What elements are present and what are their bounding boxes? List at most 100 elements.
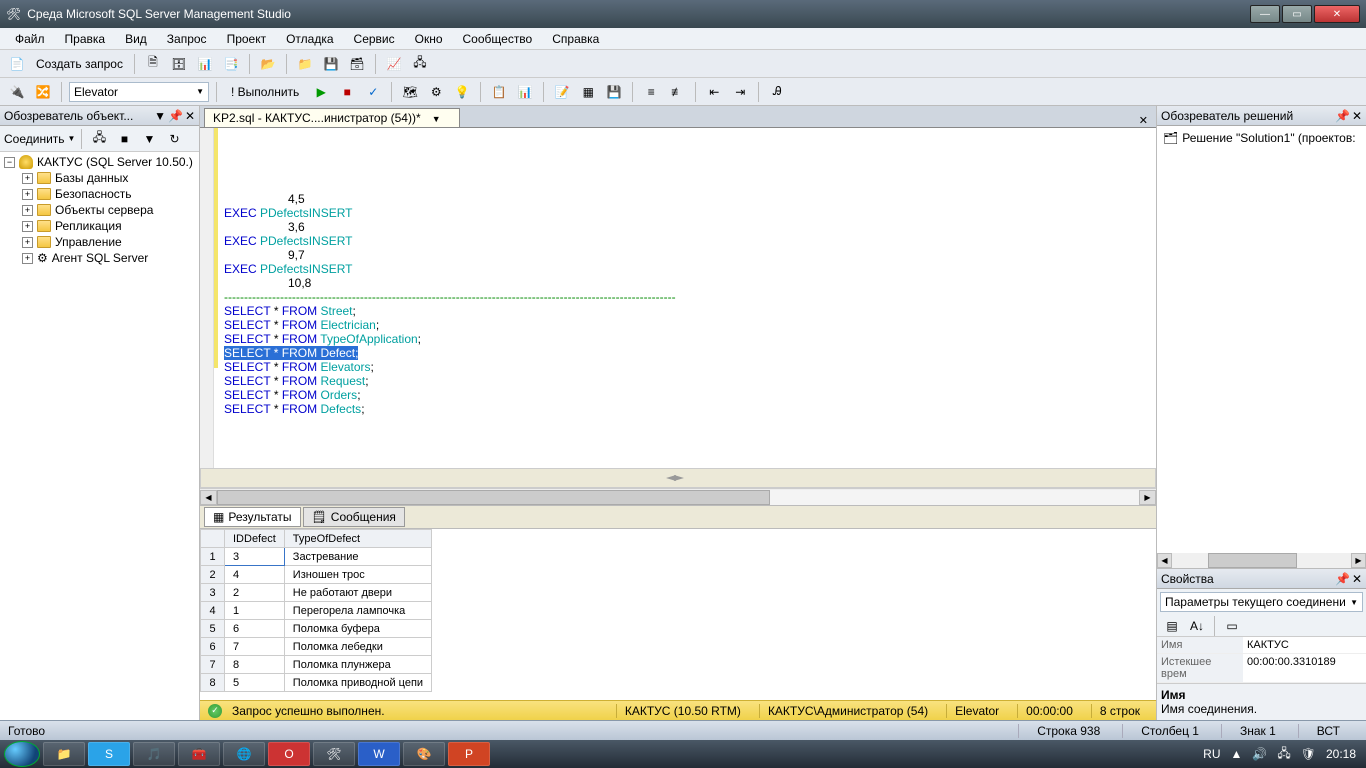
table-row[interactable]: 56Поломка буфера <box>201 620 432 638</box>
property-pages-icon[interactable]: ▭ <box>1221 615 1243 637</box>
connect-icon[interactable]: 🔌 <box>6 81 28 103</box>
grid-cell[interactable]: 2 <box>201 566 225 584</box>
grid-cell[interactable]: Изношен трос <box>284 566 431 584</box>
document-tab-active[interactable]: KP2.sql - КАКТУС....инистратор (54))* ▼ <box>204 108 460 127</box>
collapse-toggle[interactable]: − <box>4 157 15 168</box>
clock[interactable]: 20:18 <box>1326 747 1356 761</box>
start-button[interactable] <box>4 741 40 767</box>
grid-cell[interactable]: Поломка плунжера <box>284 656 431 674</box>
menu-справка[interactable]: Справка <box>543 30 608 48</box>
expand-toggle[interactable]: + <box>22 237 33 248</box>
scroll-right-icon[interactable]: ▶ <box>1351 553 1366 568</box>
panel-close-icon[interactable]: ✕ <box>1352 109 1362 123</box>
task-word[interactable]: W <box>358 742 400 766</box>
scroll-left-icon[interactable]: ◀ <box>1157 553 1172 568</box>
comment-icon[interactable]: ≡ <box>640 81 662 103</box>
disconnect-icon[interactable]: 🖧 <box>88 128 110 150</box>
grid-cell[interactable]: 6 <box>225 620 285 638</box>
expand-toggle[interactable]: + <box>22 189 33 200</box>
grid-cell[interactable]: 1 <box>225 602 285 620</box>
task-skype[interactable]: S <box>88 742 130 766</box>
server-node[interactable]: − КАКТУС (SQL Server 10.50.) <box>2 154 197 170</box>
panel-close-icon[interactable]: ✕ <box>185 109 195 123</box>
grid-cell[interactable]: 3 <box>201 584 225 602</box>
include-plan-icon[interactable]: 📋 <box>488 81 510 103</box>
property-row[interactable]: ИмяКАКТУС <box>1157 637 1366 654</box>
grid-cell[interactable]: 2 <box>225 584 285 602</box>
grid-header[interactable]: TypeOfDefect <box>284 530 431 548</box>
volume-icon[interactable]: 🔊 <box>1252 747 1267 761</box>
increase-indent-icon[interactable]: ⇥ <box>729 81 751 103</box>
filter-icon[interactable]: ▼ <box>138 128 160 150</box>
tree-node[interactable]: +Репликация <box>20 218 197 234</box>
new-query-icon[interactable]: 📄 <box>6 53 28 75</box>
query-options-icon[interactable]: ⚙ <box>425 81 447 103</box>
pin-icon[interactable]: 📌 <box>168 109 183 123</box>
execute-button[interactable]: ! Выполнить <box>224 82 306 102</box>
network-icon[interactable]: 🖧 <box>1277 744 1290 765</box>
scroll-left-icon[interactable]: ◀ <box>200 490 217 505</box>
stop-icon[interactable]: ■ <box>336 81 358 103</box>
refresh-icon[interactable]: ↻ <box>163 128 185 150</box>
open-icon[interactable]: 📁 <box>294 53 316 75</box>
grid-cell[interactable]: Не работают двери <box>284 584 431 602</box>
task-paint[interactable]: 🎨 <box>403 742 445 766</box>
table-row[interactable]: 78Поломка плунжера <box>201 656 432 674</box>
open-folder-icon[interactable]: 📂 <box>257 53 279 75</box>
tray-up-icon[interactable]: ▲ <box>1231 747 1243 761</box>
panel-close-icon[interactable]: ✕ <box>1352 572 1362 586</box>
task-player[interactable]: 🎵 <box>133 742 175 766</box>
menu-сообщество[interactable]: Сообщество <box>454 30 542 48</box>
menu-файл[interactable]: Файл <box>6 30 54 48</box>
horizontal-splitter[interactable] <box>200 468 1156 488</box>
language-indicator[interactable]: RU <box>1203 747 1220 761</box>
menu-отладка[interactable]: Отладка <box>277 30 342 48</box>
activity-icon[interactable]: 📈 <box>383 53 405 75</box>
grid-cell[interactable]: Перегорела лампочка <box>284 602 431 620</box>
intellisense-icon[interactable]: 💡 <box>451 81 473 103</box>
grid-cell[interactable]: 8 <box>225 656 285 674</box>
results-text-icon[interactable]: 📝 <box>551 81 573 103</box>
tree-node[interactable]: +Базы данных <box>20 170 197 186</box>
specify-values-icon[interactable]: Ꭿ <box>766 81 788 103</box>
expand-toggle[interactable]: + <box>22 253 33 264</box>
alphabetical-icon[interactable]: A↓ <box>1186 615 1208 637</box>
grid-cell[interactable]: 1 <box>201 548 225 566</box>
grid-cell[interactable]: 5 <box>201 620 225 638</box>
task-explorer[interactable]: 📁 <box>43 742 85 766</box>
menu-проект[interactable]: Проект <box>218 30 276 48</box>
editor-h-scrollbar[interactable]: ◀ ▶ <box>200 488 1156 505</box>
task-app[interactable]: 🧰 <box>178 742 220 766</box>
table-row[interactable]: 67Поломка лебедки <box>201 638 432 656</box>
task-chrome[interactable]: 🌐 <box>223 742 265 766</box>
menu-сервис[interactable]: Сервис <box>345 30 404 48</box>
analysis-icon[interactable]: 📊 <box>194 53 216 75</box>
grid-cell[interactable]: Застревание <box>284 548 431 566</box>
tab-close-icon[interactable]: ✕ <box>1139 114 1148 127</box>
expand-toggle[interactable]: + <box>22 173 33 184</box>
close-button[interactable]: ✕ <box>1314 5 1360 23</box>
dropdown-icon[interactable]: ▼ <box>154 109 166 123</box>
connect-button[interactable]: Соединить <box>4 132 65 146</box>
registered-servers-icon[interactable]: 🖧 <box>409 53 431 75</box>
new-query-button[interactable]: Создать запрос <box>32 55 127 73</box>
grid-cell[interactable]: Поломка приводной цепи <box>284 674 431 692</box>
results-grid-icon[interactable]: ▦ <box>577 81 599 103</box>
table-row[interactable]: 41Перегорела лампочка <box>201 602 432 620</box>
grid-cell[interactable]: 7 <box>201 656 225 674</box>
tree-node[interactable]: +Управление <box>20 234 197 250</box>
tree-node[interactable]: +Объекты сервера <box>20 202 197 218</box>
pin-icon[interactable]: 📌 <box>1335 109 1350 123</box>
sql-editor[interactable]: 4,5EXEC PDefectsINSERT3,6EXEC PDefectsIN… <box>200 128 1156 468</box>
tab-messages[interactable]: 🗒 Сообщения <box>303 507 405 527</box>
property-row[interactable]: Истекшее врем00:00:00.3310189 <box>1157 654 1366 683</box>
categorized-icon[interactable]: ▤ <box>1161 615 1183 637</box>
scroll-right-icon[interactable]: ▶ <box>1139 490 1156 505</box>
pin-icon[interactable]: 📌 <box>1335 572 1350 586</box>
task-powerpoint[interactable]: P <box>448 742 490 766</box>
maximize-button[interactable]: ▭ <box>1282 5 1312 23</box>
minimize-button[interactable]: — <box>1250 5 1280 23</box>
results-grid[interactable]: IDDefectTypeOfDefect13Застревание24Изнош… <box>200 529 1156 700</box>
solution-explorer-tree[interactable]: 🗂 Решение "Solution1" (проектов: <box>1157 126 1366 553</box>
table-row[interactable]: 24Изношен трос <box>201 566 432 584</box>
